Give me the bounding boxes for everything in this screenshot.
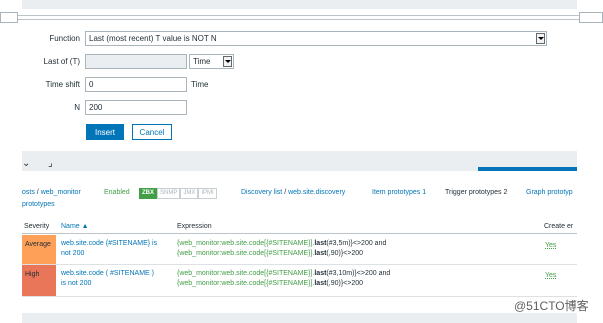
time-shift-unit: Time: [191, 80, 209, 89]
discovery-rule-link[interactable]: web.site.discovery: [288, 189, 345, 196]
header-expression: Expression: [177, 223, 212, 230]
row-divider: [22, 296, 577, 297]
item-prototypes-tab[interactable]: Item prototypes 1: [372, 189, 426, 196]
right-edge-box: [579, 12, 603, 23]
trigger-prototypes-tab[interactable]: Trigger prototypes 2: [445, 189, 507, 196]
last-of-unit-value: Time: [193, 57, 211, 66]
zbx-badge: ZBX: [139, 188, 157, 199]
time-shift-value: 0: [89, 80, 94, 89]
header-name[interactable]: Name ▲: [61, 223, 89, 230]
trigger-name-link[interactable]: web.site.code {#SITENAME} is not 200: [61, 239, 176, 259]
title-fragment: ⌄ ⌜ ⌝ ⌟: [22, 163, 53, 169]
insert-button[interactable]: Insert: [86, 124, 124, 140]
top-band: [22, 0, 577, 9]
header-divider: [22, 233, 577, 234]
trigger-name-line: web.site.code ( #SITENAME ): [61, 270, 154, 277]
header-severity: Severity: [24, 223, 50, 230]
function-select[interactable]: Last (most recent) T value is NOT N: [85, 31, 547, 46]
top-separator: [0, 15, 603, 16]
chevron-down-icon: [536, 33, 545, 44]
breadcrumb-hosts[interactable]: osts: [22, 189, 35, 196]
header-button-fragment[interactable]: [478, 167, 577, 171]
availability-tags: ZBX SNMP JMX IPMI: [139, 188, 217, 199]
row-divider: [22, 264, 577, 265]
time-shift-label: Time shift: [45, 80, 80, 89]
severity-high: High: [22, 265, 56, 296]
breadcrumb: osts / web_monitor: [22, 189, 81, 196]
trigger-name-line: is not 200: [61, 280, 92, 287]
n-label: N: [74, 103, 80, 112]
discovery-list-link[interactable]: Discovery list: [241, 189, 282, 196]
graph-prototypes-tab[interactable]: Graph prototyp: [526, 189, 573, 196]
chevron-down-icon: [223, 56, 232, 67]
n-value: 200: [89, 103, 103, 112]
ipmi-badge: IPMI: [198, 188, 217, 199]
host-prototypes-tab[interactable]: prototypes: [22, 201, 55, 208]
cancel-button[interactable]: Cancel: [132, 124, 172, 140]
watermark-text: @51CTO博客: [514, 299, 589, 313]
function-select-value: Last (most recent) T value is NOT N: [89, 34, 217, 43]
bottom-band: [22, 313, 577, 323]
severity-average: Average: [22, 235, 56, 264]
trigger-name-line: web.site.code {#SITENAME} is: [61, 240, 158, 247]
trigger-name-link[interactable]: web.site.code ( #SITENAME ) is not 200: [61, 269, 176, 289]
time-shift-input[interactable]: 0: [85, 77, 187, 92]
create-enabled-yes[interactable]: Yes: [545, 272, 556, 279]
discovery-breadcrumb: Discovery list / web.site.discovery: [241, 189, 345, 196]
left-edge-box: [0, 12, 18, 23]
last-of-input: [85, 54, 187, 69]
jmx-badge: JMX: [180, 188, 199, 199]
trigger-expression: {web_monitor:web.site.code[{#SITENAME}].…: [177, 240, 387, 257]
breadcrumb-separator: /: [284, 189, 287, 196]
last-of-unit-select[interactable]: Time: [189, 54, 234, 69]
snmp-badge: SNMP: [157, 188, 181, 199]
trigger-expression: {web_monitor:web.site.code[{#SITENAME}].…: [177, 270, 391, 287]
breadcrumb-separator: /: [36, 189, 39, 196]
breadcrumb-host[interactable]: web_monitor: [41, 189, 81, 196]
status-enabled[interactable]: Enabled: [104, 189, 130, 196]
function-label: Function: [49, 34, 80, 43]
trigger-name-line: not 200: [61, 250, 85, 257]
create-enabled-yes[interactable]: Yes: [545, 242, 556, 249]
top-separator-2: [0, 19, 603, 20]
n-input[interactable]: 200: [85, 100, 187, 115]
header-create-enabled: Create er: [544, 223, 574, 230]
last-of-label: Last of (T): [43, 57, 80, 66]
